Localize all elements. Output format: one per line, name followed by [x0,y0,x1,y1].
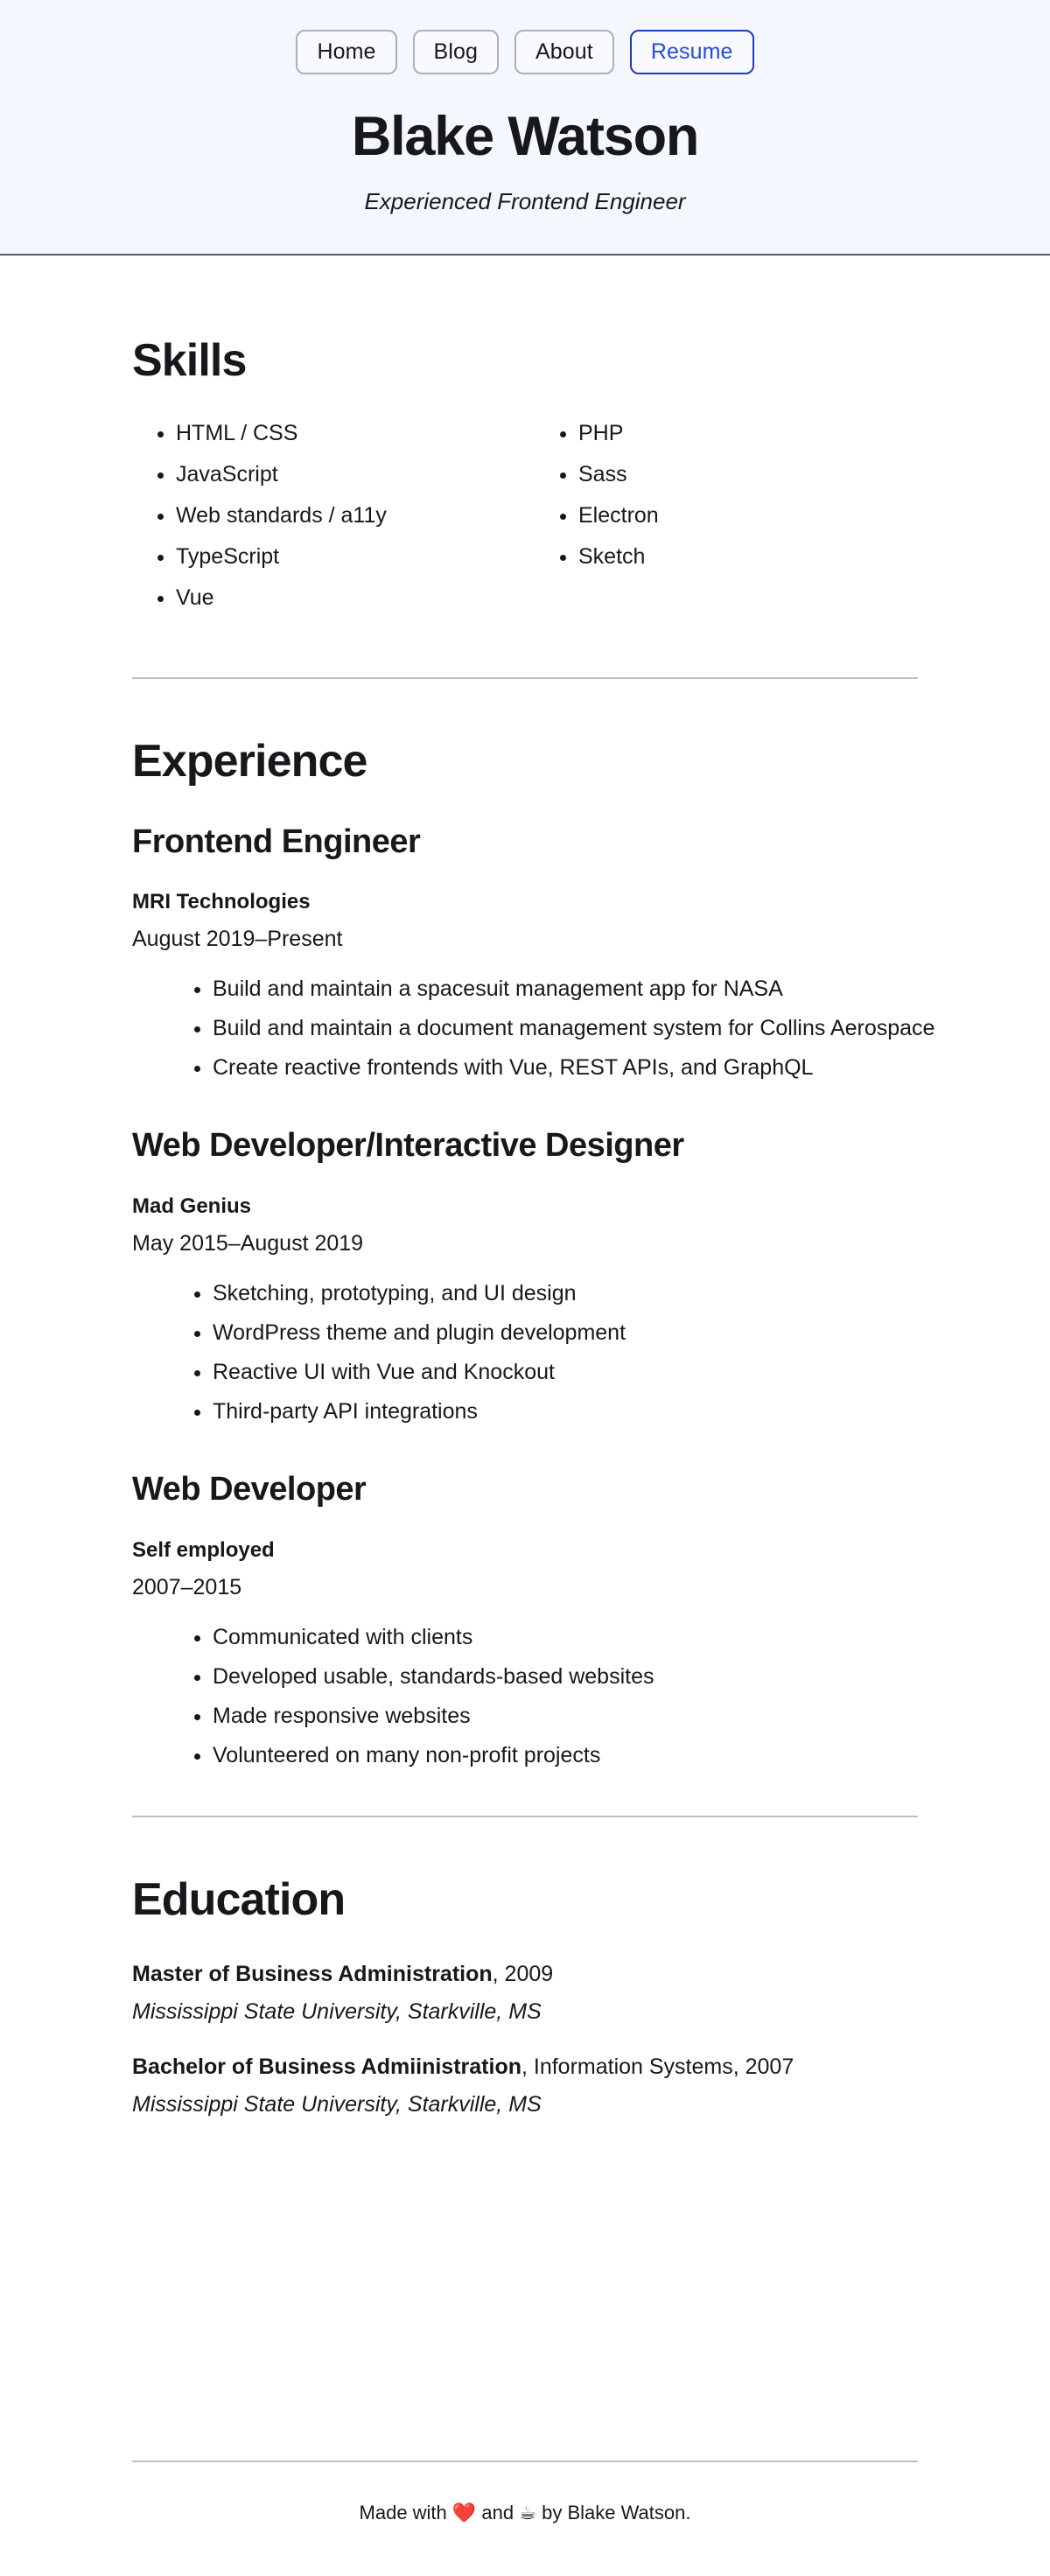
nav-item-home[interactable]: Home [296,30,397,74]
job-title: Web Developer [132,1471,367,1508]
site-footer: Made with ❤️ and ☕ by Blake Watson. [83,2460,967,2576]
footer-credit: Made with ❤️ and ☕ by Blake Watson. [83,2501,967,2527]
footer-suffix: by Blake Watson. [536,2502,691,2524]
list-item: Sketching, prototyping, and UI design [213,1283,949,1305]
footer-middle: and [476,2502,520,2524]
education-degree: Master of Business Administration [132,1962,493,1987]
resume-main: Skills HTML / CSS JavaScript Web standar… [83,256,967,2460]
list-item: WordPress theme and plugin development [213,1322,949,1344]
footer-prefix: Made with [359,2502,452,2524]
heart-icon: ❤️ [452,2502,477,2525]
education-degree-detail: , 2009 [492,1962,554,1987]
primary-nav: Home Blog About Resume [0,30,1050,74]
list-item: Build and maintain a spacesuit managemen… [213,978,949,1000]
job-bullets: Communicated with clients Developed usab… [132,1626,949,1767]
education-section: Education Master of Business Administrat… [83,1817,967,2287]
bottom-spacer [132,2147,949,2287]
skills-list-right: PHP Sass Electron Sketch [535,423,937,628]
site-header: Home Blog About Resume Blake Watson Expe… [0,0,1050,256]
coffee-icon: ☕ [519,2502,536,2525]
list-item: Communicated with clients [213,1626,949,1648]
education-entry: Master of Business Administration, 2009 … [132,1962,949,2025]
list-item: Sketch [578,546,937,568]
skills-list-left: HTML / CSS JavaScript Web standards / a1… [132,423,535,628]
education-school: Mississippi State University, Starkville… [132,2092,542,2118]
list-item: Third-party API integrations [213,1401,949,1423]
list-item: Web standards / a11y [176,505,535,527]
page-tagline: Experienced Frontend Engineer [364,188,686,215]
nav-item-blog[interactable]: Blog [412,30,499,74]
list-item: Sass [578,464,937,486]
list-item: TypeScript [176,546,535,568]
list-item: Reactive UI with Vue and Knockout [213,1362,949,1383]
job-dates: May 2015–August 2019 [132,1231,364,1256]
experience-entry: Web Developer/Interactive Designer Mad G… [132,1128,949,1423]
experience-entry: Web Developer Self employed 2007–2015 Co… [132,1471,949,1767]
experience-heading: Experience [132,736,368,788]
nav-item-about[interactable]: About [514,30,614,74]
education-degree-line: Master of Business Administration, 2009 [132,1962,949,1987]
job-bullets: Build and maintain a spacesuit managemen… [132,978,949,1079]
job-company: Mad Genius [132,1194,252,1219]
experience-entry: Frontend Engineer MRI Technologies Augus… [132,822,949,1080]
job-title: Frontend Engineer [132,822,421,860]
list-item: JavaScript [176,464,535,486]
job-title: Web Developer/Interactive Designer [132,1127,684,1165]
resume-page: Home Blog About Resume Blake Watson Expe… [0,0,1050,2576]
job-bullets: Sketching, prototyping, and UI design Wo… [132,1283,949,1423]
list-item: Create reactive frontends with Vue, REST… [213,1057,949,1079]
job-dates: 2007–2015 [132,1574,242,1600]
footer-divider [132,2460,918,2463]
page-title: Blake Watson [351,106,700,167]
job-company: MRI Technologies [132,890,311,914]
education-school: Mississippi State University, Starkville… [132,1999,542,2025]
list-item: Build and maintain a document management… [213,1018,949,1040]
skills-section: Skills HTML / CSS JavaScript Web standar… [83,256,967,628]
education-degree-line: Bachelor of Business Admiinistration, In… [132,2054,949,2080]
education-degree-detail: , Information Systems, 2007 [521,2054,794,2080]
skills-columns: HTML / CSS JavaScript Web standards / a1… [132,423,949,628]
skills-heading: Skills [132,335,247,387]
education-degree: Bachelor of Business Admiinistration [132,2054,522,2080]
education-entry: Bachelor of Business Admiinistration, In… [132,2054,949,2118]
experience-section: Experience Frontend Engineer MRI Technol… [83,679,967,1767]
list-item: Developed usable, standards-based websit… [213,1665,949,1688]
list-item: Made responsive websites [213,1704,949,1727]
list-item: Volunteered on many non-profit projects [213,1744,949,1767]
job-dates: August 2019–Present [132,927,343,952]
list-item: HTML / CSS [176,423,535,444]
list-item: PHP [578,423,937,444]
education-heading: Education [132,1873,346,1925]
job-company: Self employed [132,1537,275,1562]
nav-item-resume[interactable]: Resume [629,30,754,74]
list-item: Electron [578,505,937,527]
list-item: Vue [176,587,535,609]
